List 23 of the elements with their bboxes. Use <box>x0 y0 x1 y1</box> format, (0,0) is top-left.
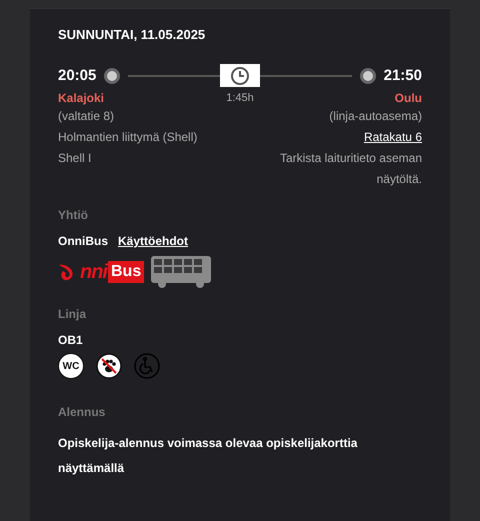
section-label: Alennus <box>58 405 106 419</box>
terms-link[interactable]: Käyttöehdot <box>118 234 188 248</box>
stop-dot-icon <box>107 70 118 80</box>
company-logo: nni Bus <box>58 260 144 284</box>
stop-detail: (valtatie 8) <box>58 108 116 125</box>
line-code: OB1 <box>58 333 84 347</box>
trip-date: SUNNUNTAI, 11.05.2025 <box>58 27 206 42</box>
departure-station: Kalajoki <box>58 90 106 106</box>
trip-duration: 1:45h <box>226 92 254 104</box>
section-label: Yhtiö <box>58 208 89 222</box>
stop-detail: (linja-autoasema) <box>328 108 422 125</box>
stop-dot-icon <box>362 70 373 80</box>
stop-detail: Shell I <box>58 150 92 167</box>
section-label: Linja <box>58 307 88 321</box>
arrival-station: Oulu <box>394 90 422 106</box>
wc-icon: WC <box>58 353 84 379</box>
discount-text: Opiskelija-alennus voimassa olevaa opiskelijakorttia näyttämällä <box>58 435 358 477</box>
departure-time: 20:05 <box>58 67 96 84</box>
address-link[interactable]: Ratakatu 6 <box>364 130 422 144</box>
stop-detail: Tarkista laituritieto aseman näytöltä. <box>278 150 422 188</box>
stop-detail: Holmantien liittymä (Shell) <box>58 129 198 146</box>
company-name: OnniBus <box>58 234 108 248</box>
arrival-time: 21:50 <box>384 67 422 84</box>
